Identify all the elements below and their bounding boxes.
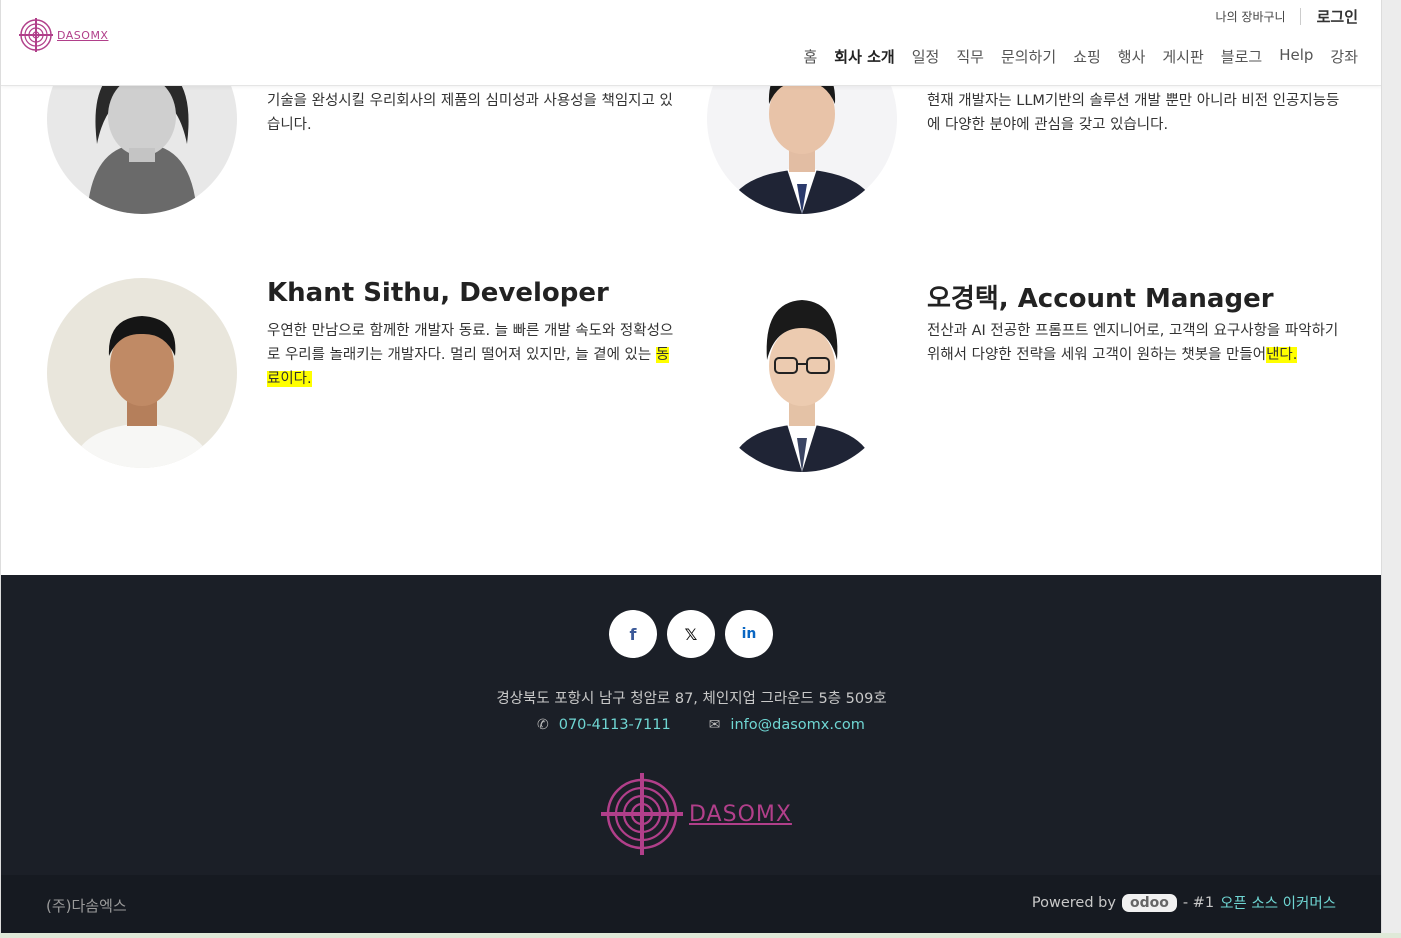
powered-separator: - #1 (1182, 894, 1215, 911)
page-scrollbar[interactable] (1381, 0, 1401, 938)
bottom-strip (0, 933, 1401, 938)
social-links: f 𝕏 in (609, 610, 773, 658)
nav-item-events[interactable]: 행사 (1118, 46, 1146, 67)
phone-icon: ✆ (537, 717, 549, 733)
member-bio-3: 우연한 만남으로 함께한 개발자 동료. 늘 빠른 개발 속도와 정확성으로 우… (267, 319, 677, 391)
nav-item-blog[interactable]: 블로그 (1221, 46, 1262, 67)
phone-link[interactable]: ✆ 070-4113-7111 (537, 717, 671, 733)
powered-by: Powered by odoo - #1 오픈 소스 이커머스 (1032, 892, 1336, 913)
main-nav: 홈 회사 소개 일정 직무 문의하기 쇼핑 행사 게시판 블로그 Help 강좌 (803, 46, 1358, 67)
nav-item-contact[interactable]: 문의하기 (1001, 46, 1056, 67)
dasomx-logo-icon (19, 18, 53, 52)
nav-item-courses[interactable]: 강좌 (1330, 46, 1358, 67)
footer-logo: DASOMX (601, 773, 792, 855)
top-links: 나의 장바구니 로그인 (1216, 6, 1358, 27)
nav-item-schedule[interactable]: 일정 (912, 46, 940, 67)
dasomx-logo-icon (601, 773, 683, 855)
phone-number: 070-4113-7111 (558, 717, 671, 733)
company-address: 경상북도 포항시 남구 청암로 87, 체인지업 그라운드 5층 509호 (496, 691, 887, 707)
powered-by-label: Powered by (1031, 894, 1116, 911)
company-name: (주)다솜엑스 (46, 897, 127, 915)
login-link[interactable]: 로그인 (1301, 6, 1358, 27)
member-photo-4 (707, 278, 897, 472)
nav-item-home[interactable]: 홈 (803, 46, 817, 67)
member-name-4: 오경택, Account Manager (927, 284, 1274, 314)
nav-item-about[interactable]: 회사 소개 (834, 46, 894, 67)
nav-item-jobs[interactable]: 직무 (956, 46, 984, 67)
member-bio-4: 전산과 AI 전공한 프롬프트 엔지니어로, 고객의 요구사항을 파악하기 위해… (927, 319, 1347, 367)
site-logo[interactable]: DASOMX (19, 18, 108, 52)
member-name-3: Khant Sithu, Developer (267, 278, 609, 308)
x-twitter-icon: 𝕏 (684, 624, 698, 644)
nav-item-forum[interactable]: 게시판 (1162, 46, 1203, 67)
ecommerce-link[interactable]: 오픈 소스 이커머스 (1220, 892, 1336, 913)
footer-logo-text: DASOMX (689, 801, 792, 827)
copyright-bar: (주)다솜엑스 Powered by odoo - #1 오픈 소스 이커머스 (1, 875, 1381, 933)
member-bio-4-highlight: 낸다. (1266, 347, 1298, 363)
nav-item-shop[interactable]: 쇼핑 (1073, 46, 1101, 67)
member-bio-3-text: 우연한 만남으로 함께한 개발자 동료. 늘 빠른 개발 속도와 정확성으로 우… (267, 323, 674, 363)
linkedin-link[interactable]: in (725, 610, 773, 658)
facebook-link[interactable]: f (609, 610, 657, 658)
email-link[interactable]: ✉ info@dasomx.com (709, 717, 865, 733)
linkedin-icon: in (741, 626, 757, 642)
email-address: info@dasomx.com (730, 717, 865, 733)
cart-link[interactable]: 나의 장바구니 (1216, 8, 1301, 25)
nav-item-help[interactable]: Help (1279, 46, 1313, 67)
contact-info: ✆ 070-4113-7111 ✉ info@dasomx.com (537, 717, 865, 733)
member-bio-2: 현재 개발자는 LLM기반의 솔루션 개발 뿐만 아니라 비전 인공지능등에 다… (927, 93, 1340, 133)
facebook-icon: f (629, 624, 637, 644)
member-photo-3 (47, 278, 237, 468)
site-header: DASOMX 나의 장바구니 로그인 홈 회사 소개 일정 직무 문의하기 쇼핑… (1, 0, 1381, 86)
x-twitter-link[interactable]: 𝕏 (667, 610, 715, 658)
odoo-logo[interactable]: odoo (1121, 893, 1177, 912)
member-bio-1: 기술을 완성시킬 우리회사의 제품의 심미성과 사용성을 책임지고 있습니다. (267, 93, 673, 133)
site-footer: f 𝕏 in 경상북도 포항시 남구 청암로 87, 체인지업 그라운드 5층 … (1, 575, 1381, 875)
envelope-icon: ✉ (708, 717, 721, 733)
page: DASOMX 나의 장바구니 로그인 홈 회사 소개 일정 직무 문의하기 쇼핑… (0, 0, 1381, 938)
logo-text: DASOMX (57, 28, 109, 42)
